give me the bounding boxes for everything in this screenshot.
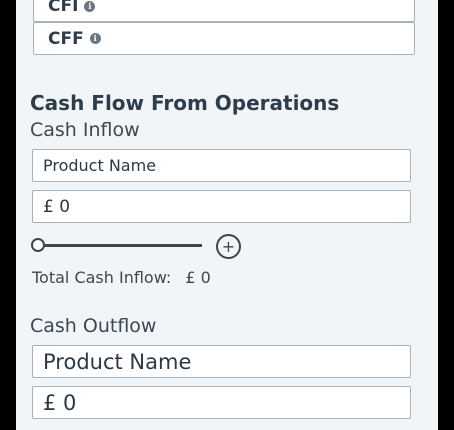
outflow-amount-value: £ 0: [43, 390, 77, 415]
outflow-product-name-placeholder: Product Name: [43, 349, 192, 374]
plus-circle-icon[interactable]: +: [216, 234, 241, 259]
section-title: Cash Flow From Operations: [30, 91, 340, 115]
cfi-field[interactable]: CFI i: [33, 0, 415, 22]
cff-label: CFF: [48, 28, 84, 49]
cash-inflow-label: Cash Inflow: [30, 119, 140, 141]
inflow-product-name-input[interactable]: Product Name: [32, 149, 411, 182]
outflow-product-name-input[interactable]: Product Name: [32, 345, 411, 378]
cff-field[interactable]: CFF i: [33, 22, 415, 55]
inflow-amount-value: £ 0: [43, 196, 71, 217]
cfi-label: CFI: [48, 0, 79, 16]
total-cash-inflow: Total Cash Inflow: £ 0: [32, 268, 211, 287]
info-icon[interactable]: i: [84, 0, 96, 12]
inflow-product-name-placeholder: Product Name: [43, 156, 157, 175]
cash-outflow-label: Cash Outflow: [30, 315, 157, 337]
inflow-amount-input[interactable]: £ 0: [32, 190, 411, 223]
total-cash-inflow-label: Total Cash Inflow:: [32, 268, 172, 287]
total-cash-inflow-value: £ 0: [185, 268, 211, 287]
info-icon[interactable]: i: [89, 33, 101, 44]
outflow-amount-input[interactable]: £ 0: [32, 386, 411, 419]
inflow-slider-track[interactable]: [36, 244, 202, 247]
inflow-slider-handle[interactable]: [31, 238, 45, 252]
